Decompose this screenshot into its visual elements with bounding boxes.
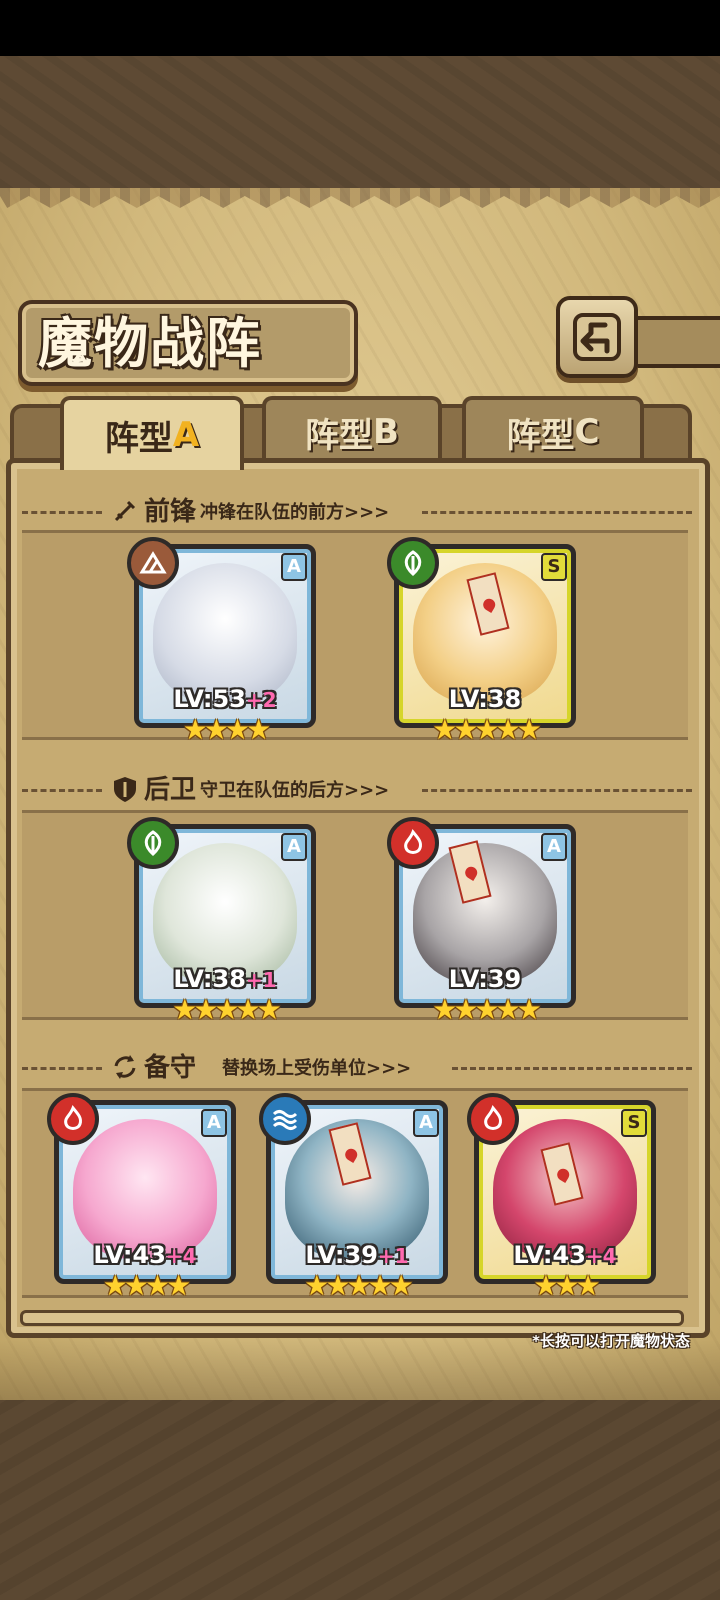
return-arrow-icon xyxy=(573,313,621,361)
star-rating: ★★★★★ xyxy=(304,1269,414,1302)
section-desc: 冲锋在队伍的前方>>> xyxy=(200,502,390,523)
star-rating: ★★★★★ xyxy=(432,993,542,1026)
star-rating: ★★★★ xyxy=(182,713,271,746)
star-rating: ★★★★★ xyxy=(432,713,542,746)
level-value: LV:43 xyxy=(513,1241,586,1269)
level-value: LV:38 xyxy=(173,965,246,993)
level-plus: +1 xyxy=(377,1244,409,1268)
leaf-icon xyxy=(387,537,439,589)
level-label: LV:39 xyxy=(399,965,571,993)
section-header-reserve: 备守 替换场上受伤单位>>> xyxy=(22,1048,692,1088)
star-rating: ★★★★★ xyxy=(172,993,282,1026)
section-desc: 守卫在队伍的后方>>> xyxy=(200,780,390,801)
status-bar xyxy=(0,0,720,56)
monster-portrait xyxy=(413,843,557,983)
tab-letter: C xyxy=(574,412,600,452)
level-value: LV:39 xyxy=(448,965,522,993)
rank-badge: S xyxy=(621,1109,647,1137)
tab-formation-a[interactable]: 阵型 A xyxy=(60,396,244,470)
monster-card[interactable]: A LV:39+1 ★★★★★ xyxy=(259,1093,448,1302)
tab-formation-c[interactable]: 阵型 C xyxy=(462,396,644,464)
rank-badge: A xyxy=(281,553,307,581)
map-background-top xyxy=(0,56,720,188)
monster-card[interactable]: A LV:53+2 ★★★★ xyxy=(127,537,316,746)
sword-icon xyxy=(114,500,136,522)
monster-card[interactable]: A LV:39 ★★★★★ xyxy=(387,817,576,1026)
monster-portrait xyxy=(153,843,297,983)
monster-portrait xyxy=(73,1119,217,1259)
back-slot-row xyxy=(22,810,688,1020)
tab-letter: B xyxy=(373,412,399,452)
long-press-hint: *长按可以打开魔物状态 xyxy=(532,1332,690,1350)
section-header-front: 前锋 冲锋在队伍的前方>>> xyxy=(22,492,692,532)
level-label: LV:38+1 xyxy=(139,965,311,993)
level-value: LV:38 xyxy=(448,685,522,713)
rank-badge: S xyxy=(541,553,567,581)
panel-bottom-bar xyxy=(20,1310,684,1326)
map-background-bottom xyxy=(0,1400,720,1600)
level-label: LV:53+2 xyxy=(139,685,311,713)
rank-badge: A xyxy=(541,833,567,861)
section-name: 备守 xyxy=(144,1053,197,1083)
tab-letter: A xyxy=(172,415,200,455)
water-icon xyxy=(259,1093,311,1145)
star-rating: ★★★ xyxy=(533,1269,600,1302)
shield-icon xyxy=(114,777,136,802)
rank-badge: A xyxy=(201,1109,227,1137)
level-value: LV:39 xyxy=(305,1241,378,1269)
page-title: 魔物战阵 xyxy=(38,311,262,375)
back-button[interactable] xyxy=(556,296,638,378)
monster-card[interactable]: S LV:43+4 ★★★ xyxy=(467,1093,656,1302)
earth-icon xyxy=(127,537,179,589)
level-plus: +4 xyxy=(585,1244,617,1268)
star-rating: ★★★★ xyxy=(102,1269,191,1302)
swap-icon xyxy=(114,1055,136,1079)
tab-label: 阵型 xyxy=(506,415,575,456)
fire-icon xyxy=(387,817,439,869)
level-label: LV:43+4 xyxy=(479,1241,651,1269)
rank-badge: A xyxy=(281,833,307,861)
level-plus: +2 xyxy=(245,688,277,712)
level-value: LV:43 xyxy=(93,1241,166,1269)
back-button-rail xyxy=(636,316,720,368)
level-label: LV:43+4 xyxy=(59,1241,231,1269)
section-name: 后卫 xyxy=(144,775,197,805)
level-plus: +4 xyxy=(165,1244,197,1268)
section-header-back: 后卫 守卫在队伍的后方>>> xyxy=(22,770,692,810)
level-label: LV:39+1 xyxy=(271,1241,443,1269)
tab-label: 阵型 xyxy=(305,415,374,456)
section-name: 前锋 xyxy=(144,497,197,527)
level-plus: +1 xyxy=(245,968,277,992)
tab-label: 阵型 xyxy=(104,418,173,459)
monster-card[interactable]: A LV:43+4 ★★★★ xyxy=(47,1093,236,1302)
fire-icon xyxy=(47,1093,99,1145)
front-slot-row xyxy=(22,530,688,740)
monster-card[interactable]: A LV:38+1 ★★★★★ xyxy=(127,817,316,1026)
fire-icon xyxy=(467,1093,519,1145)
monster-portrait xyxy=(153,563,297,703)
level-value: LV:53 xyxy=(173,685,246,713)
tab-formation-b[interactable]: 阵型 B xyxy=(262,396,442,464)
monster-card[interactable]: S LV:38 ★★★★★ xyxy=(387,537,576,746)
level-label: LV:38 xyxy=(399,685,571,713)
rank-badge: A xyxy=(413,1109,439,1137)
section-desc: 替换场上受伤单位>>> xyxy=(222,1058,412,1079)
leaf-icon xyxy=(127,817,179,869)
